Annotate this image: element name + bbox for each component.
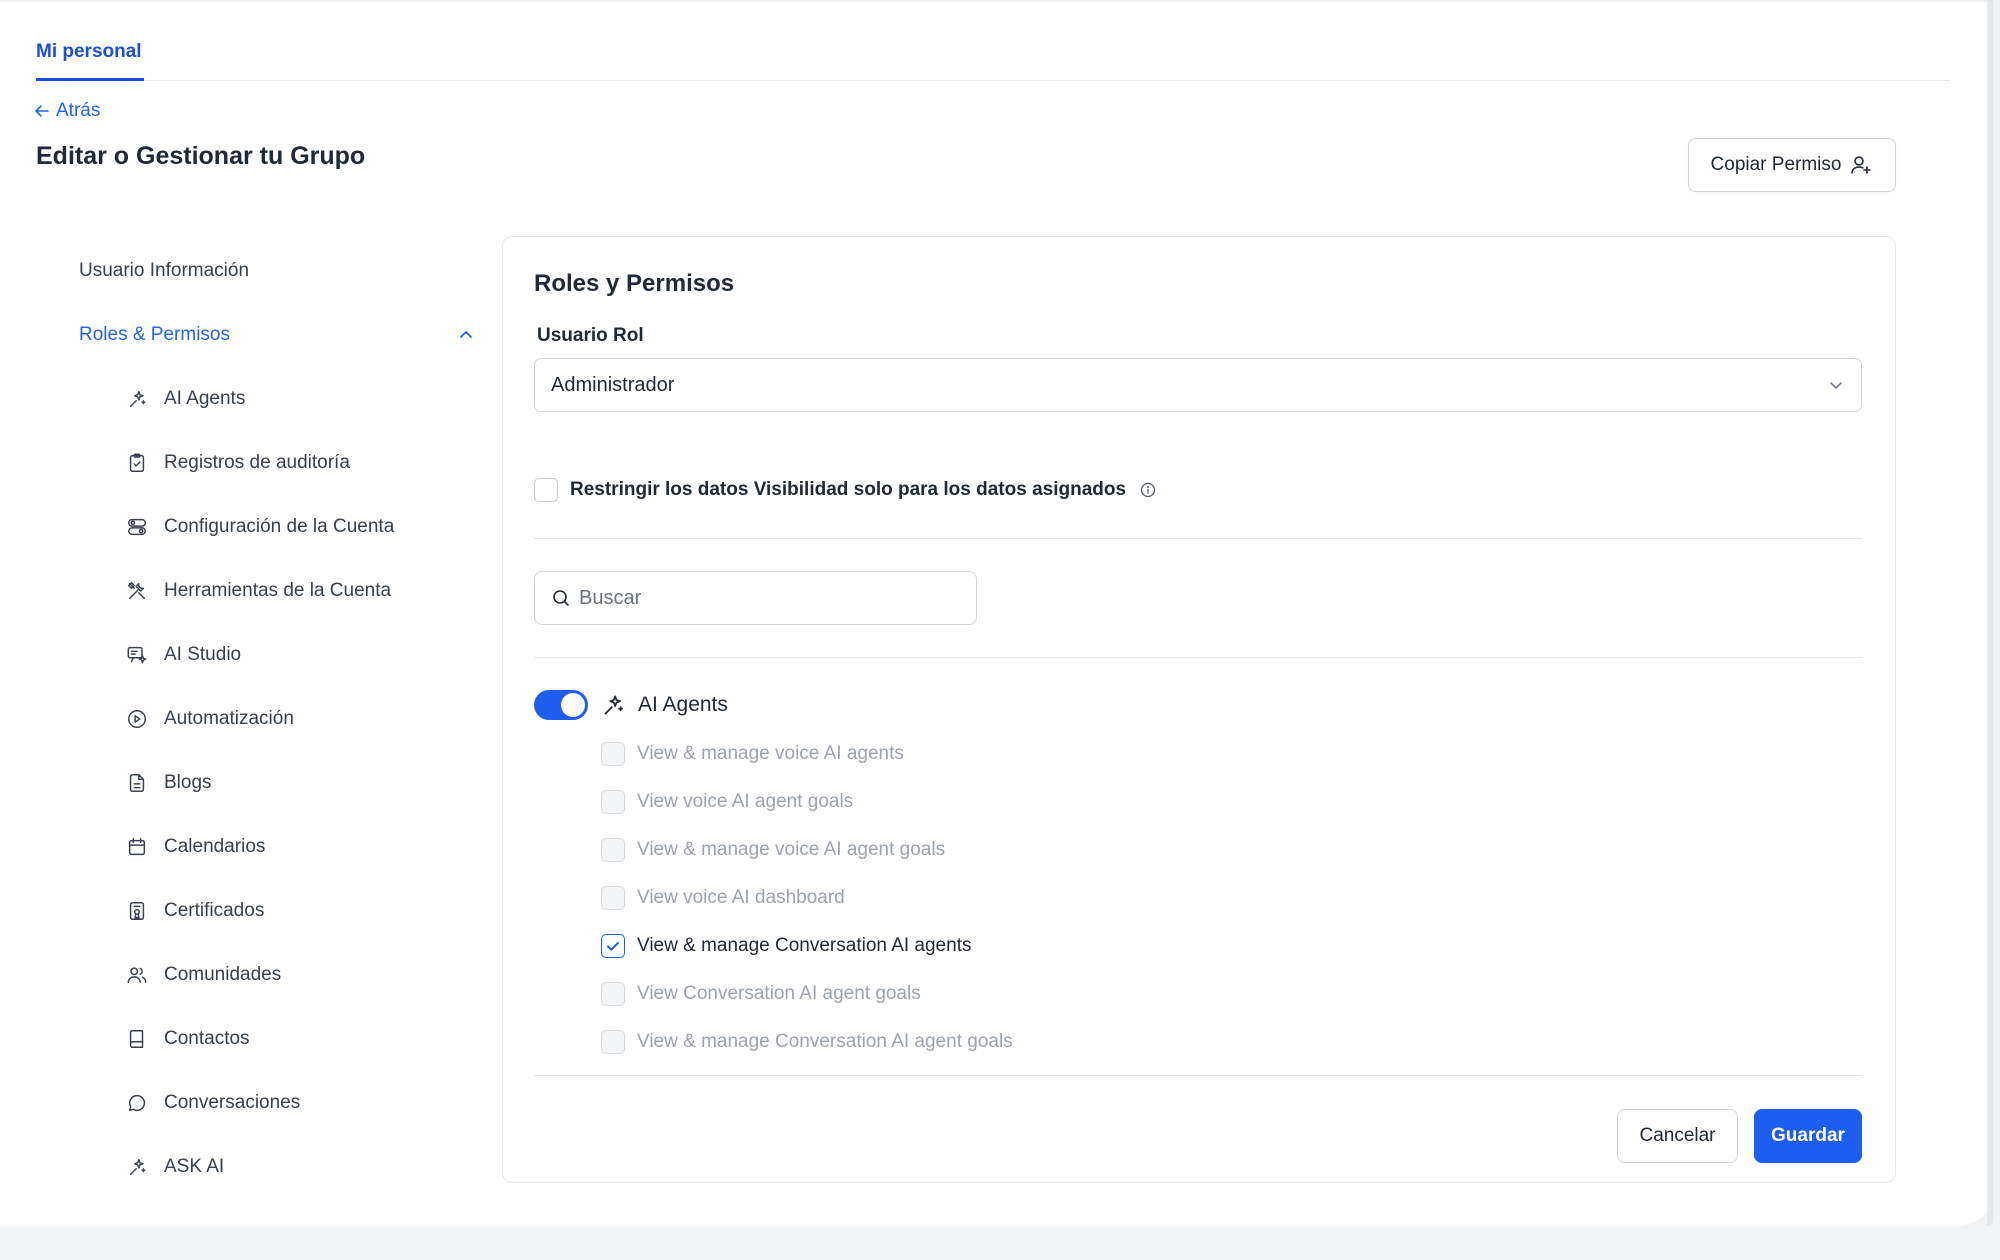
sidebar-item-automation[interactable]: Automatización (126, 708, 294, 730)
sidebar-item-ai-studio[interactable]: AI Studio (126, 644, 241, 666)
sidebar-item-label: ASK AI (164, 1156, 225, 1177)
sidebar-item-contacts[interactable]: Contactos (126, 1028, 250, 1050)
role-label: Usuario Rol (537, 325, 644, 346)
sparkles-icon (129, 390, 146, 408)
search-icon (553, 590, 569, 606)
restrict-visibility-row: Restringir los datos Visibilidad solo pa… (534, 478, 1156, 502)
sidebar-item-label: Automatización (164, 708, 294, 729)
user-plus-icon (1851, 156, 1872, 174)
permission-checkbox-checked[interactable] (601, 934, 625, 958)
sidebar-item-label: Contactos (164, 1028, 250, 1049)
permission-label: View & manage voice AI agents (637, 743, 904, 764)
ai-studio-icon (127, 646, 147, 664)
ai-agents-section-header: AI Agents (534, 690, 728, 720)
chevron-up-icon[interactable] (457, 326, 475, 344)
card-title: Roles y Permisos (534, 270, 735, 297)
page-title: Editar o Gestionar tu Grupo (36, 142, 366, 170)
play-circle-icon (128, 710, 146, 728)
permission-item: View & manage voice AI agent goals (601, 838, 945, 862)
chevron-down-icon (1830, 382, 1842, 389)
divider (534, 538, 1862, 539)
permission-checkbox[interactable] (601, 1030, 625, 1054)
permission-label: View & manage Conversation AI agent goal… (637, 1031, 1013, 1052)
search-input[interactable] (579, 586, 959, 610)
sidebar-item-blogs[interactable]: Blogs (126, 772, 212, 794)
sidebar-item-label: Certificados (164, 900, 265, 921)
sidebar-item-conversations[interactable]: Conversaciones (126, 1092, 300, 1114)
sidebar-item-roles[interactable]: Roles & Permisos (79, 324, 475, 346)
back-link[interactable]: Atrás (34, 100, 100, 122)
info-icon[interactable] (1140, 482, 1156, 498)
sidebar-item-label: AI Studio (164, 644, 242, 665)
sparkles-icon (604, 695, 624, 715)
sidebar-item-user-info[interactable]: Usuario Información (79, 260, 249, 282)
tools-icon (128, 582, 146, 600)
sidebar-item-label: AI Agents (164, 388, 246, 409)
scrollbar[interactable] (1987, 0, 1993, 1226)
save-button[interactable]: Guardar (1754, 1109, 1862, 1163)
permission-item: View voice AI agent goals (601, 790, 853, 814)
sidebar-item-label: Comunidades (164, 964, 282, 985)
sidebar-item-account-settings[interactable]: Configuración de la Cuenta (126, 516, 394, 538)
copy-permission-button[interactable]: Copiar Permiso (1688, 138, 1896, 192)
sidebar-item-label: Configuración de la Cuenta (164, 516, 395, 537)
permission-checkbox[interactable] (601, 790, 625, 814)
sidebar-item-label: Registros de auditoría (164, 452, 350, 473)
ai-agents-section-label: AI Agents (638, 693, 728, 716)
divider (534, 657, 1862, 658)
role-select[interactable]: Administrador (534, 358, 1862, 412)
permission-item: View voice AI dashboard (601, 886, 845, 910)
permission-item: View & manage Conversation AI agent goal… (601, 1030, 1013, 1054)
sidebar-roles-label: Roles & Permisos (79, 324, 230, 345)
clipboard-check-icon (129, 453, 145, 472)
sidebar-item-label: Conversaciones (164, 1092, 301, 1113)
role-select-value: Administrador (551, 373, 675, 396)
sidebar-item-calendars[interactable]: Calendarios (126, 836, 265, 858)
permission-item: View & manage Conversation AI agents (601, 934, 971, 958)
permission-checkbox[interactable] (601, 742, 625, 766)
check-icon (607, 942, 619, 951)
permission-search[interactable] (534, 571, 977, 625)
sidebar-item-communities[interactable]: Comunidades (126, 964, 281, 986)
tab-bar: Mi personal (36, 0, 1950, 81)
arrow-left-icon (35, 105, 49, 117)
copy-permission-label: Copiar Permiso (1710, 154, 1842, 175)
cancel-button[interactable]: Cancelar (1617, 1109, 1738, 1163)
sparkles-icon (129, 1158, 146, 1176)
sidebar-item-label: Calendarios (164, 836, 266, 857)
permission-label: View & manage voice AI agent goals (637, 839, 946, 860)
toggles-icon (128, 518, 146, 536)
sidebar-item-ask-ai[interactable]: ASK AI (126, 1156, 224, 1178)
tab-mi-personal[interactable]: Mi personal (36, 40, 144, 81)
permission-item: View & manage voice AI agents (601, 742, 904, 766)
restrict-visibility-label: Restringir los datos Visibilidad solo pa… (570, 479, 1127, 500)
sidebar-item-certificates[interactable]: Certificados (126, 900, 264, 922)
book-icon (129, 1030, 144, 1048)
sidebar-item-label: Herramientas de la Cuenta (164, 580, 392, 601)
divider (534, 1075, 1862, 1076)
users-icon (127, 967, 147, 984)
sidebar-item-label: Blogs (164, 772, 212, 793)
permission-label: View voice AI dashboard (637, 887, 845, 908)
calendar-icon (128, 838, 146, 856)
ai-agents-toggle[interactable] (534, 690, 588, 720)
permission-item: View Conversation AI agent goals (601, 982, 921, 1006)
permission-checkbox[interactable] (601, 886, 625, 910)
back-label: Atrás (56, 100, 101, 121)
certificate-icon (129, 902, 145, 920)
toggle-knob (561, 693, 585, 717)
permission-label: View & manage Conversation AI agents (637, 935, 972, 956)
page: Mi personal Atrás Editar o Gestionar tu … (0, 0, 1993, 1226)
permission-label: View Conversation AI agent goals (637, 983, 921, 1004)
sidebar-item-audit-logs[interactable]: Registros de auditoría (126, 452, 350, 474)
permission-label: View voice AI agent goals (637, 791, 854, 812)
document-icon (129, 774, 145, 792)
restrict-visibility-checkbox[interactable] (534, 478, 558, 502)
chat-bubble-icon (128, 1094, 146, 1112)
permission-checkbox[interactable] (601, 982, 625, 1006)
sidebar-item-account-tools[interactable]: Herramientas de la Cuenta (126, 580, 391, 602)
sidebar-item-ai-agents[interactable]: AI Agents (126, 388, 245, 410)
permission-checkbox[interactable] (601, 838, 625, 862)
